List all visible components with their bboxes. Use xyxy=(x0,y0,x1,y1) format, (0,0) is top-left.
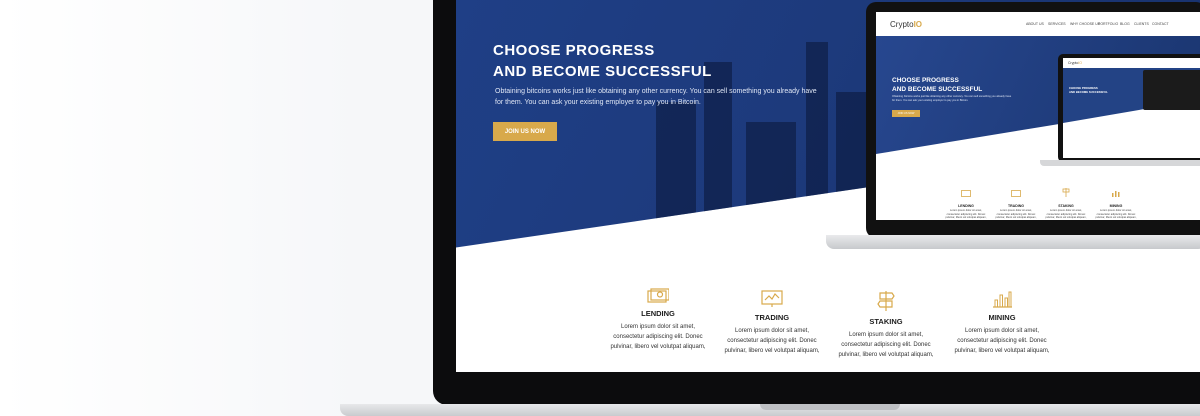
mini-feature-description: Lorem ipsum dolor sit amet, consectetur a… xyxy=(995,209,1037,220)
signpost-icon xyxy=(877,291,895,311)
mini-feature-staking: STAKING Lorem ipsum dolor sit amet, conse… xyxy=(1042,184,1090,220)
mini-feature-mining: MINING Lorem ipsum dolor sit amet, consec… xyxy=(1092,184,1140,220)
mini-join-button: JOIN US NOW xyxy=(892,110,920,117)
mini-feature-trading: TRADING Lorem ipsum dolor sit amet, conse… xyxy=(992,184,1040,220)
cash-icon xyxy=(961,190,971,197)
mini-logo: CryptoIO xyxy=(890,20,923,29)
feature-staking: STAKING Lorem ipsum dolor sit amet, conse… xyxy=(826,290,946,360)
hero-description: Obtaining bitcoins works just like obtai… xyxy=(495,88,817,106)
mini-feature-description: Lorem ipsum dolor sit amet, consectetur a… xyxy=(1095,209,1137,220)
mini-feature-description: Lorem ipsum dolor sit amet, consectetur a… xyxy=(945,209,987,220)
mini-nav-item: PORTFOLIO xyxy=(1098,22,1119,26)
mini-hero-title: CHOOSE PROGRESS AND BECOME SUCCESSFUL xyxy=(892,77,983,93)
join-us-button[interactable]: JOIN US NOW xyxy=(493,122,557,141)
feature-trading: TRADING Lorem ipsum dolor sit amet, conse… xyxy=(712,290,832,356)
mini-feature-title: TRADING xyxy=(1008,204,1024,208)
mini-nav-item: SERVICES xyxy=(1048,22,1066,26)
bar-chart-icon xyxy=(993,291,1012,308)
feature-lending: LENDING Lorem ipsum dolor sit amet, conse… xyxy=(598,288,718,352)
feature-description: Lorem ipsum dolor sit amet, consectetur a… xyxy=(610,324,706,350)
mini-feature-title: MINING xyxy=(1109,204,1123,208)
feature-title: STAKING xyxy=(869,317,903,326)
mini-nav-item: CONTACT xyxy=(1152,22,1169,26)
laptop-hinge-notch xyxy=(760,404,900,410)
nested-laptop-screen xyxy=(1143,70,1200,110)
feature-mining: MINING Lorem ipsum dolor sit amet, consec… xyxy=(942,290,1062,356)
feature-description: Lorem ipsum dolor sit amet, consectetur a… xyxy=(724,328,820,354)
tiny-hero-title: CHOOSE PROGRESS AND BECOME SUCCESSFUL xyxy=(1069,86,1108,94)
cash-icon xyxy=(647,288,669,303)
secondary-laptop-base xyxy=(826,235,1200,249)
mini-nav-item: CLIENTS xyxy=(1134,22,1149,26)
mini-nav-item: BLOG xyxy=(1120,22,1130,26)
feature-title: TRADING xyxy=(754,313,790,322)
feature-title: MINING xyxy=(988,313,1016,322)
mini-navbar: CryptoIO ABOUT US SERVICES WHY CHOOSE US… xyxy=(876,12,1200,36)
mini-nav-item: ABOUT US xyxy=(1026,22,1044,26)
hero-title: CHOOSE PROGRESS AND BECOME SUCCESSFUL xyxy=(493,42,712,80)
tiny-logo: CryptoIO xyxy=(1068,61,1083,65)
chart-board-icon xyxy=(761,290,783,307)
mini-feature-description: Lorem ipsum dolor sit amet, consectetur a… xyxy=(1045,209,1087,220)
mini-hero-description: Obtaining bitcoins works just like obtai… xyxy=(892,95,1012,102)
feature-description: Lorem ipsum dolor sit amet, consectetur a… xyxy=(838,332,934,358)
feature-description: Lorem ipsum dolor sit amet, consectetur a… xyxy=(954,328,1050,354)
mini-feature-lending: LENDING Lorem ipsum dolor sit amet, conse… xyxy=(942,184,990,220)
tertiary-laptop-screen: CryptoIO CHOOSE PROGRESS AND BECOME SUCCE… xyxy=(1063,58,1200,158)
mini-feature-title: LENDING xyxy=(958,204,974,208)
mini-feature-title: STAKING xyxy=(1058,204,1074,208)
feature-title: LENDING xyxy=(641,309,675,318)
tertiary-laptop-base xyxy=(1040,160,1200,166)
chart-board-icon xyxy=(1011,190,1021,197)
bar-chart-icon xyxy=(1112,191,1120,197)
mini-nav-item: WHY CHOOSE US xyxy=(1070,22,1101,26)
signpost-icon xyxy=(1062,188,1070,197)
